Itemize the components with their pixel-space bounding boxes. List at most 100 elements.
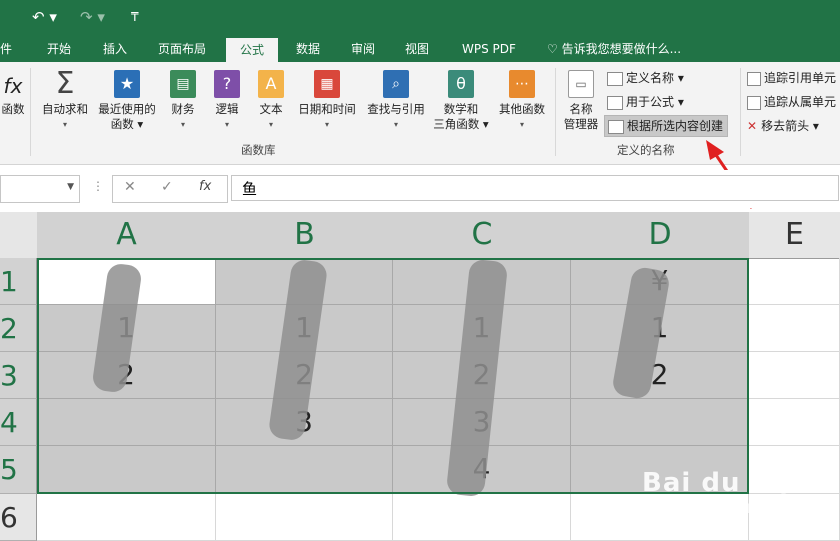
ribbon-tabs: 件 开始 插入 页面布局 公式 数据 审阅 视图 WPS PDF ♡ 告诉我您想…	[0, 36, 840, 62]
cancel-button[interactable]: ✕	[124, 179, 136, 195]
text-button[interactable]: A 文本 ▾	[252, 70, 290, 132]
tab-insert[interactable]: 插入	[103, 36, 127, 62]
remove-arrows-icon: ✕	[747, 119, 758, 133]
define-name-button[interactable]: 定义名称 ▾	[607, 68, 684, 88]
trace-dependents-label: 追踪从属单元	[764, 95, 837, 109]
tab-file[interactable]: 件	[0, 36, 12, 62]
formula-icon	[607, 95, 623, 110]
select-all-corner[interactable]	[0, 212, 38, 259]
redo-button[interactable]: ↷ ▾	[80, 8, 105, 26]
cell-b5[interactable]	[216, 446, 393, 494]
tell-me-placeholder: 告诉我您想要做什么...	[561, 42, 682, 56]
tab-formulas[interactable]: 公式	[226, 38, 278, 62]
math-trig-sub: 三角函数 ▾	[433, 117, 489, 131]
trace-precedents-label: 追踪引用单元	[764, 71, 837, 85]
insert-function-label: 函数	[1, 102, 25, 116]
math-trig-button[interactable]: θ 数学和 三角函数 ▾	[430, 70, 492, 132]
lookup-reference-label: 查找与引用	[367, 102, 425, 116]
cell-c6[interactable]	[393, 494, 571, 541]
tab-page-layout[interactable]: 页面布局	[158, 36, 206, 62]
name-tag-icon: ▭	[568, 70, 594, 98]
group-label-defined-names: 定义的名称	[617, 143, 675, 157]
trace-precedents-icon	[747, 71, 761, 86]
row-header-4[interactable]: 4	[0, 399, 37, 446]
cell-e4[interactable]	[749, 399, 840, 446]
group-label-function-library: 函数库	[241, 143, 276, 157]
define-name-label: 定义名称 ▾	[626, 71, 684, 85]
autosum-button[interactable]: Σ 自动求和 ▾	[38, 66, 92, 132]
cell-b6[interactable]	[216, 494, 393, 541]
tab-wps-pdf[interactable]: WPS PDF	[462, 36, 516, 62]
trace-dependents-button[interactable]: 追踪从属单元	[747, 92, 836, 112]
more-dots-icon: ⋮	[92, 179, 104, 193]
undo-button[interactable]: ↶ ▾	[32, 8, 57, 26]
column-header-b[interactable]: B	[216, 212, 394, 259]
row-header-3[interactable]: 3	[0, 352, 37, 399]
remove-arrows-button[interactable]: ✕ 移去箭头 ▾	[747, 116, 819, 136]
autosum-dropdown: ▾	[62, 120, 67, 129]
chevron-down-icon: ▼	[67, 182, 74, 192]
row-header-5[interactable]: 5	[0, 446, 37, 494]
use-in-formula-label: 用于公式 ▾	[626, 95, 684, 109]
tab-data[interactable]: 数据	[296, 36, 320, 62]
column-header-c[interactable]: C	[393, 212, 572, 259]
cell-a5[interactable]	[37, 446, 216, 494]
theta-book-icon: θ	[448, 70, 474, 98]
column-header-e[interactable]: E	[749, 212, 840, 259]
cell-e2[interactable]	[749, 305, 840, 352]
tab-view[interactable]: 视图	[405, 36, 429, 62]
trace-precedents-button[interactable]: 追踪引用单元	[747, 68, 836, 88]
cell-e3[interactable]	[749, 352, 840, 399]
column-header-d[interactable]: D	[571, 212, 750, 259]
tab-home[interactable]: 开始	[47, 36, 71, 62]
cell-a4[interactable]	[37, 399, 216, 446]
table-create-icon	[608, 119, 624, 134]
cell-a6[interactable]	[37, 494, 216, 541]
date-time-label: 日期和时间	[298, 102, 356, 116]
logical-button[interactable]: ? 逻辑 ▾	[208, 70, 246, 132]
name-box[interactable]: ▼	[0, 175, 80, 203]
more-functions-label: 其他函数	[499, 102, 545, 116]
enter-button[interactable]: ✓	[161, 179, 173, 195]
more-functions-button[interactable]: ⋯ 其他函数 ▾	[494, 70, 550, 132]
row-header-1[interactable]: 1	[0, 258, 37, 305]
formula-input[interactable]: 鱼	[231, 175, 839, 201]
separator	[555, 68, 556, 156]
question-book-icon: ?	[214, 70, 240, 98]
logical-label: 逻辑	[215, 102, 239, 116]
worksheet-grid: A B C D E 1 2 3 4 5 6 ¥ 1 1 1 1 2 2 2 2 …	[0, 212, 840, 541]
date-time-button[interactable]: ▦ 日期和时间 ▾	[293, 70, 361, 132]
fx-icon: fx	[3, 74, 23, 98]
cell-d4[interactable]	[571, 399, 749, 446]
use-in-formula-button[interactable]: 用于公式 ▾	[607, 92, 684, 112]
column-header-a[interactable]: A	[37, 212, 217, 259]
create-from-selection-button[interactable]: 根据所选内容创建	[604, 115, 729, 137]
formula-bar: ▼ ⋮ ✕ ✓ fx 鱼	[0, 170, 840, 208]
sigma-icon: Σ	[55, 66, 75, 101]
name-manager-label-2: 管理器	[563, 117, 599, 131]
magnifier-book-icon: ⌕	[383, 70, 409, 98]
recently-used-button[interactable]: ★ 最近使用的 函数 ▾	[94, 70, 160, 132]
lookup-reference-button[interactable]: ⌕ 查找与引用 ▾	[362, 70, 430, 132]
cell-d3[interactable]: 2	[571, 352, 749, 399]
financial-button[interactable]: ▤ 财务 ▾	[164, 70, 202, 132]
insert-function-icon[interactable]: fx	[199, 179, 211, 194]
date-time-dropdown: ▾	[324, 120, 329, 129]
label-icon	[607, 71, 623, 86]
financial-book-icon: ▤	[170, 70, 196, 98]
name-manager-button[interactable]: ▭ 名称 管理器	[560, 70, 602, 132]
autosum-label: 自动求和	[42, 102, 88, 116]
insert-function-button[interactable]: fx 函数	[0, 72, 26, 117]
customize-quick-access-button[interactable]: ₸	[131, 10, 139, 24]
cell-e1[interactable]	[749, 258, 840, 305]
row-header-6[interactable]: 6	[0, 494, 37, 541]
row-header-2[interactable]: 2	[0, 305, 37, 352]
trace-dependents-icon	[747, 95, 761, 110]
lightbulb-icon: ♡	[547, 42, 562, 56]
create-from-selection-label: 根据所选内容创建	[627, 119, 724, 133]
logical-dropdown: ▾	[224, 120, 229, 129]
tell-me-search[interactable]: ♡ 告诉我您想要做什么...	[547, 36, 681, 62]
watermark-brand: Bai du 经验	[642, 468, 805, 498]
tab-review[interactable]: 审阅	[351, 36, 375, 62]
financial-label: 财务	[171, 102, 195, 116]
